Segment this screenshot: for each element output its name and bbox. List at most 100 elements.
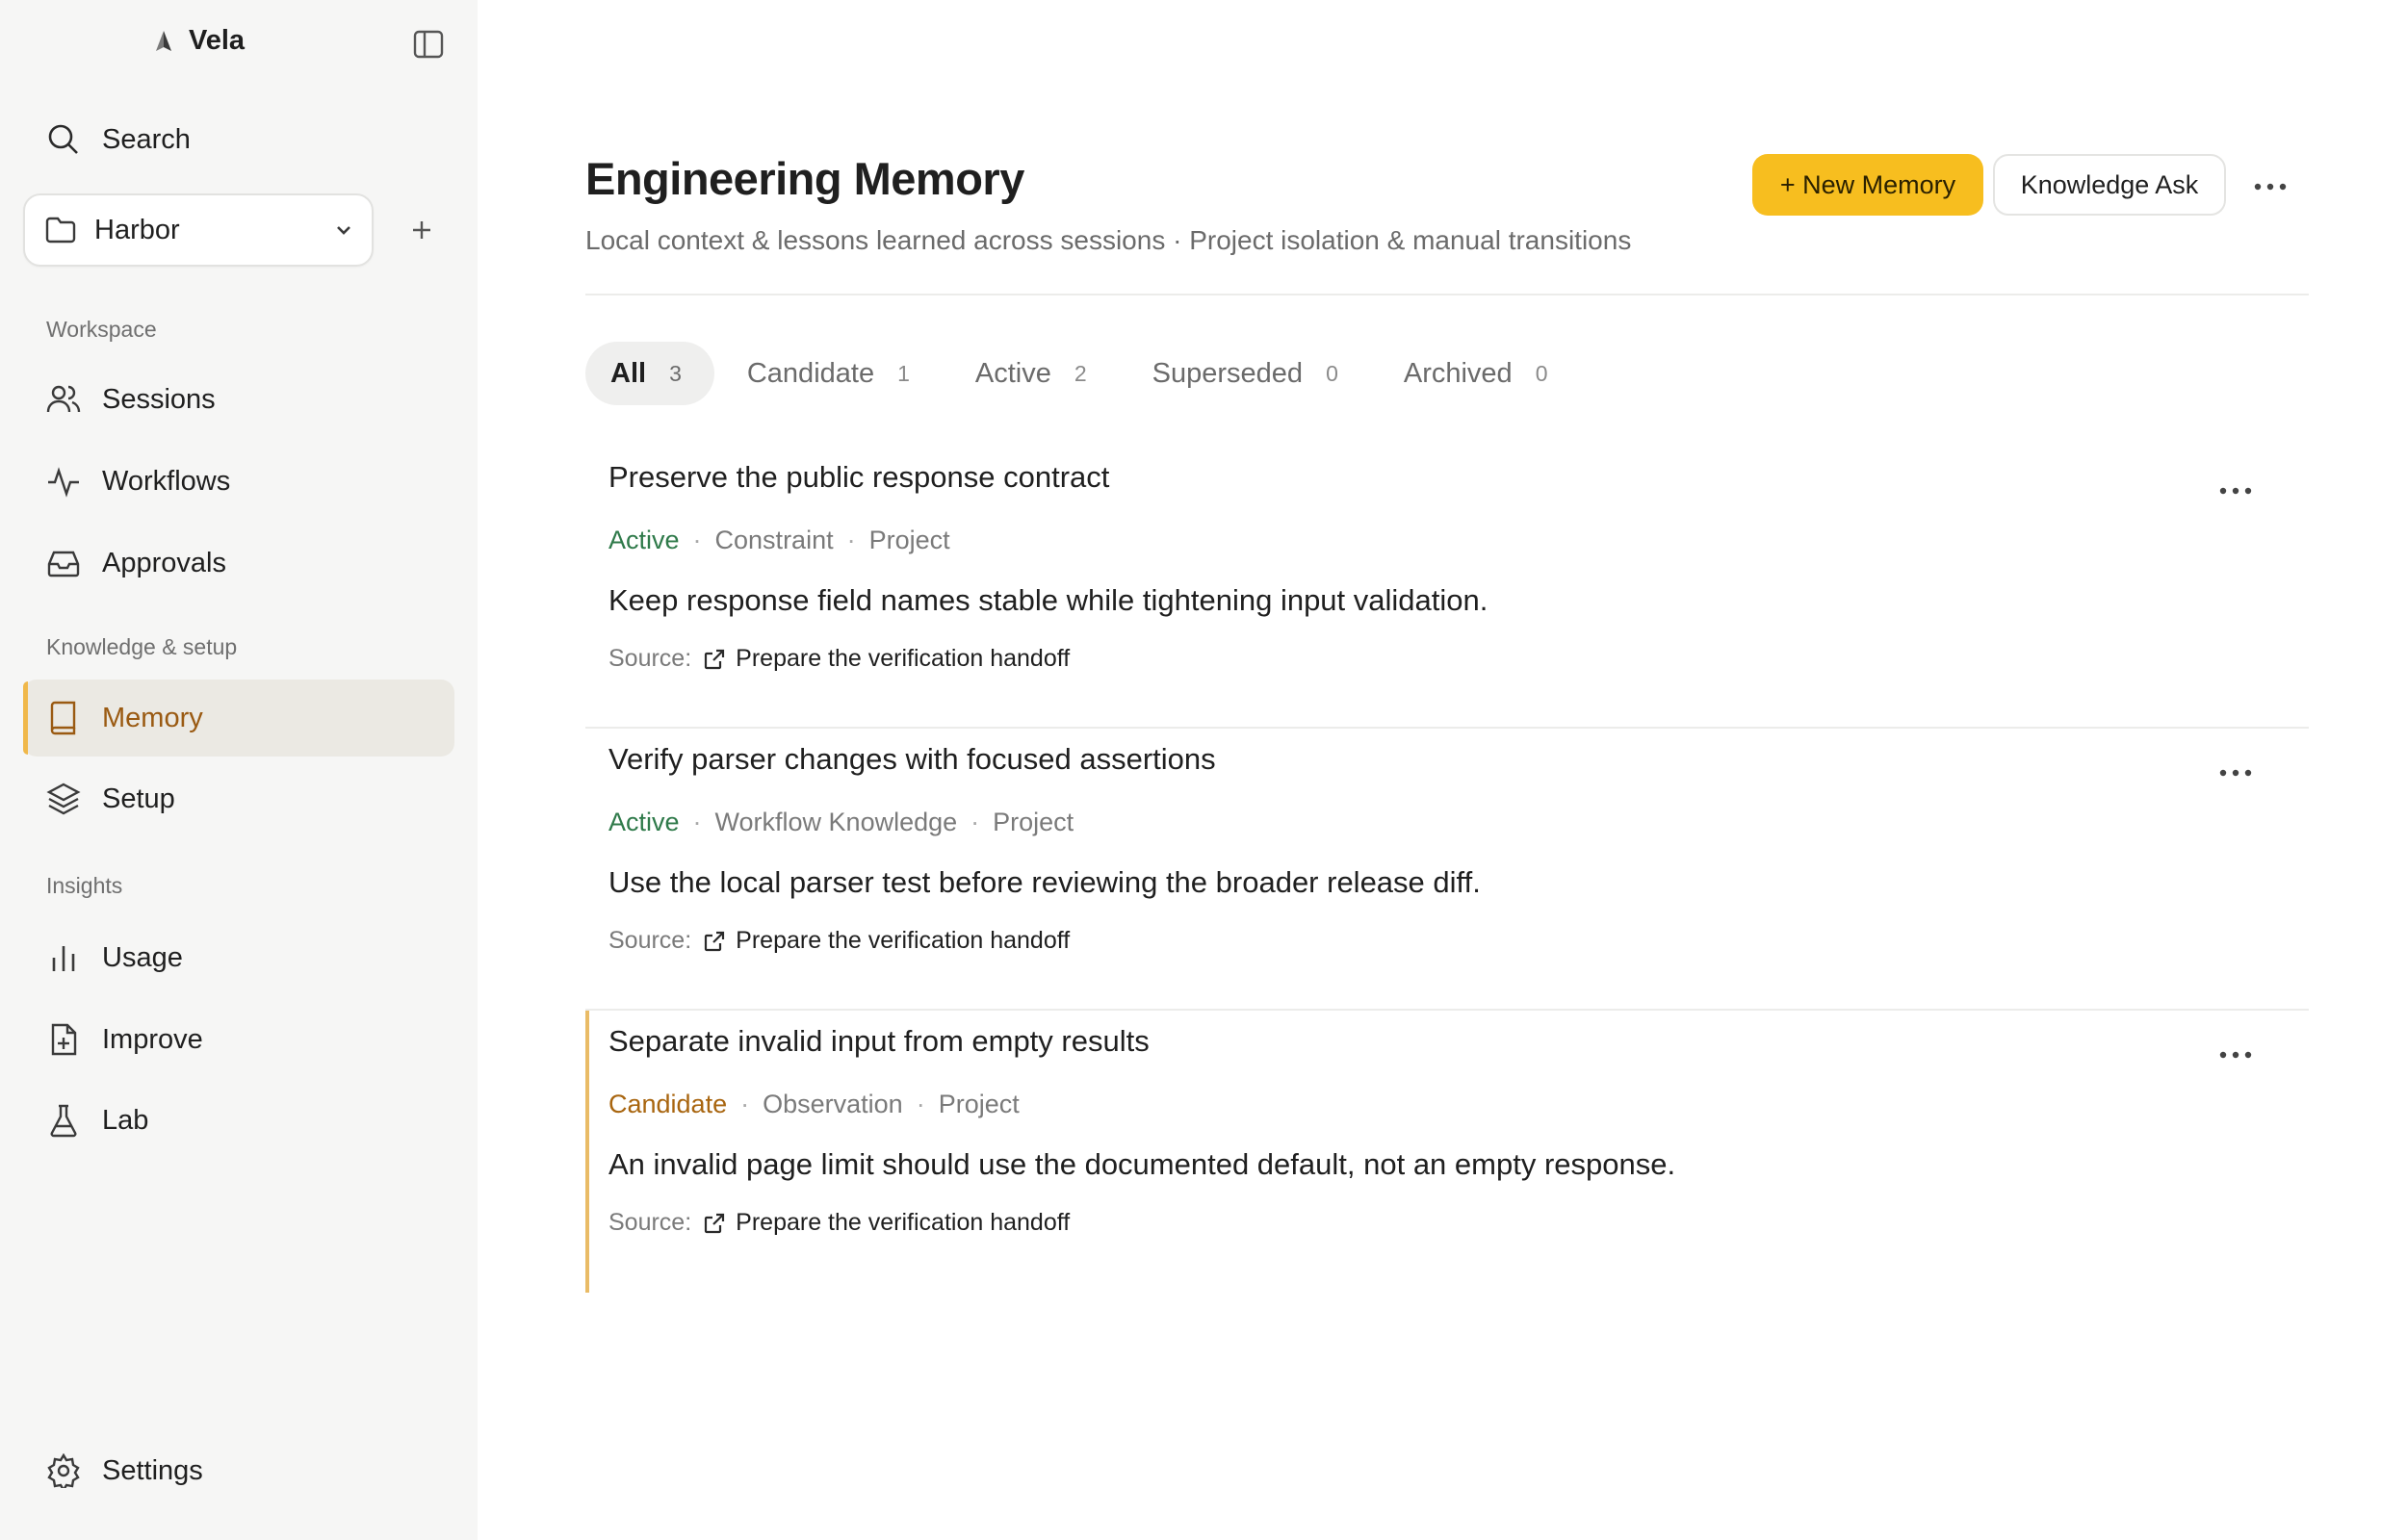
memory-body: Use the local parser test before reviewi… <box>608 865 1481 899</box>
new-memory-button[interactable]: + New Memory <box>1752 154 1983 216</box>
memory-scope: Project <box>938 1090 1020 1118</box>
memory-source: Source: Prepare the verification handoff <box>608 927 1070 955</box>
more-horizontal-icon <box>2219 487 2252 495</box>
sidebar-item-label: Approvals <box>102 547 226 578</box>
memory-meta: Active · Workflow Knowledge · Project <box>608 808 1074 836</box>
section-label-insights: Insights <box>46 873 123 898</box>
sidebar-item-label: Improve <box>102 1023 203 1055</box>
tab-label: Superseded <box>1152 357 1304 389</box>
memory-title: Preserve the public response contract <box>608 460 1110 494</box>
memory-card[interactable]: Preserve the public response contract Ac… <box>585 447 2309 729</box>
brand: Vela <box>154 25 245 57</box>
memory-meta: Candidate · Observation · Project <box>608 1090 1020 1118</box>
page-subtitle: Local context & lessons learned across s… <box>585 225 1632 255</box>
status-tabs: All 3 Candidate 1 Active 2 Superseded 0 … <box>585 342 1580 405</box>
book-icon <box>46 701 81 735</box>
sidebar-item-usage[interactable]: Usage <box>23 919 454 996</box>
more-horizontal-icon <box>2219 1051 2252 1059</box>
memory-card[interactable]: Verify parser changes with focused asser… <box>585 729 2309 1011</box>
sidebar-item-label: Workflows <box>102 465 231 497</box>
tab-superseded[interactable]: Superseded 0 <box>1127 342 1371 405</box>
sidebar-panel-icon <box>413 30 444 59</box>
file-plus-icon <box>46 1022 81 1057</box>
gear-icon <box>46 1453 81 1488</box>
source-link[interactable]: Prepare the verification handoff <box>703 927 1070 955</box>
tab-count: 2 <box>1074 360 1087 386</box>
memory-title: Verify parser changes with focused asser… <box>608 742 1216 776</box>
header-divider <box>585 294 2309 295</box>
memory-title: Separate invalid input from empty result… <box>608 1024 1150 1058</box>
sidebar-toggle-button[interactable] <box>409 25 448 64</box>
sidebar-item-sessions[interactable]: Sessions <box>23 361 454 438</box>
status-badge: Active <box>608 808 680 836</box>
search-button[interactable]: Search <box>23 101 454 178</box>
tab-count: 1 <box>897 360 910 386</box>
add-project-button[interactable] <box>402 211 441 249</box>
tab-candidate[interactable]: Candidate 1 <box>722 342 943 405</box>
inbox-icon <box>46 546 81 580</box>
sidebar-item-memory[interactable]: Memory <box>23 680 454 757</box>
memory-more-button[interactable] <box>2213 756 2259 790</box>
chevron-down-icon <box>335 224 352 236</box>
knowledge-ask-button[interactable]: Knowledge Ask <box>1993 154 2226 216</box>
search-icon <box>46 122 81 157</box>
tab-archived[interactable]: Archived 0 <box>1379 342 1581 405</box>
sidebar-item-label: Setup <box>102 783 175 814</box>
sidebar-item-approvals[interactable]: Approvals <box>23 525 454 602</box>
memory-scope: Project <box>868 526 950 554</box>
search-label: Search <box>102 123 191 155</box>
project-select[interactable]: Harbor <box>23 193 374 267</box>
section-label-knowledge: Knowledge & setup <box>46 634 238 659</box>
more-horizontal-icon <box>2254 183 2287 191</box>
sidebar: Vela Search Harbor Workspace Sessions Wo… <box>0 0 478 1540</box>
tab-label: Candidate <box>746 357 875 389</box>
flask-icon <box>46 1103 81 1138</box>
page-title: Engineering Memory <box>585 153 1024 204</box>
tab-all[interactable]: All 3 <box>585 342 714 405</box>
external-link-icon <box>703 1212 726 1235</box>
source-label: Source: <box>608 645 692 672</box>
tab-label: Archived <box>1403 357 1513 389</box>
memory-more-button[interactable] <box>2213 1038 2259 1072</box>
tab-label: Active <box>974 357 1051 389</box>
sidebar-item-settings[interactable]: Settings <box>23 1432 454 1509</box>
sidebar-item-setup[interactable]: Setup <box>23 760 454 837</box>
source-link[interactable]: Prepare the verification handoff <box>703 1209 1070 1237</box>
memory-more-button[interactable] <box>2213 474 2259 508</box>
source-link[interactable]: Prepare the verification handoff <box>703 645 1070 673</box>
sidebar-item-label: Lab <box>102 1104 149 1136</box>
memory-type: Constraint <box>714 526 834 554</box>
sidebar-item-lab[interactable]: Lab <box>23 1082 454 1159</box>
app-name: Vela <box>189 25 246 56</box>
section-label-workspace: Workspace <box>46 317 157 342</box>
vela-logo-icon <box>154 30 173 53</box>
memory-body: Keep response field names stable while t… <box>608 583 1488 617</box>
users-icon <box>46 382 81 417</box>
tab-count: 3 <box>669 360 682 386</box>
memory-source: Source: Prepare the verification handoff <box>608 1209 1070 1237</box>
tab-active[interactable]: Active 2 <box>950 342 1120 405</box>
memory-source: Source: Prepare the verification handoff <box>608 645 1070 673</box>
plus-icon <box>411 219 432 241</box>
memory-type: Observation <box>763 1090 903 1118</box>
project-name: Harbor <box>94 214 180 245</box>
source-link-label: Prepare the verification handoff <box>736 645 1071 672</box>
memory-scope: Project <box>993 808 1074 836</box>
memory-body: An invalid page limit should use the doc… <box>608 1147 1676 1181</box>
sidebar-item-workflows[interactable]: Workflows <box>23 443 454 520</box>
folder-icon <box>44 216 77 244</box>
header-more-button[interactable] <box>2247 169 2293 204</box>
app-root: Vela Search Harbor Workspace Sessions Wo… <box>0 0 2407 1540</box>
status-badge: Active <box>608 526 680 554</box>
bar-chart-icon <box>46 940 81 975</box>
memory-type: Workflow Knowledge <box>714 808 958 836</box>
external-link-icon <box>703 930 726 953</box>
layers-icon <box>46 782 81 816</box>
memory-card[interactable]: Separate invalid input from empty result… <box>585 1011 2309 1293</box>
source-label: Source: <box>608 927 692 954</box>
sidebar-item-improve[interactable]: Improve <box>23 1001 454 1078</box>
sidebar-item-label: Sessions <box>102 383 216 415</box>
tab-count: 0 <box>1535 360 1548 386</box>
sidebar-item-label: Settings <box>102 1454 203 1486</box>
memory-meta: Active · Constraint · Project <box>608 526 950 554</box>
